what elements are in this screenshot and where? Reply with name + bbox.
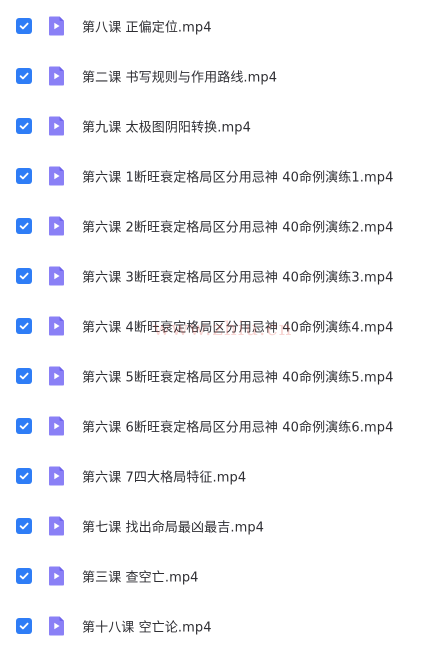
check-icon — [19, 172, 29, 180]
checkbox[interactable] — [16, 468, 32, 484]
file-name[interactable]: 第九课 太极图阴阳转换.mp4 — [82, 117, 251, 136]
file-name[interactable]: 第八课 正偏定位.mp4 — [82, 17, 212, 36]
file-name[interactable]: 第六课 4断旺衰定格局区分用忌神 40命例演练4.mp4 — [82, 317, 393, 336]
check-icon — [19, 322, 29, 330]
file-row[interactable]: 第六课 2断旺衰定格局区分用忌神 40命例演练2.mp4 — [0, 201, 434, 251]
checkbox[interactable] — [16, 168, 32, 184]
file-row[interactable]: 第三课 查空亡.mp4 — [0, 551, 434, 601]
file-row[interactable]: 第七课 找出命局最凶最吉.mp4 — [0, 501, 434, 551]
check-icon — [19, 272, 29, 280]
file-list: 第八课 正偏定位.mp4 第二课 书写规则与作用路线.mp4 第九课 太极图阴阳… — [0, 0, 434, 653]
video-file-icon — [45, 15, 67, 37]
file-row[interactable]: 第六课 5断旺衰定格局区分用忌神 40命例演练5.mp4 — [0, 351, 434, 401]
checkbox[interactable] — [16, 368, 32, 384]
check-icon — [19, 372, 29, 380]
checkbox[interactable] — [16, 418, 32, 434]
file-row[interactable]: 第六课 7四大格局特征.mp4 — [0, 451, 434, 501]
checkbox[interactable] — [16, 118, 32, 134]
check-icon — [19, 22, 29, 30]
checkbox[interactable] — [16, 518, 32, 534]
checkbox[interactable] — [16, 18, 32, 34]
file-row[interactable]: 第六课 3断旺衰定格局区分用忌神 40命例演练3.mp4 — [0, 251, 434, 301]
check-icon — [19, 72, 29, 80]
checkbox[interactable] — [16, 618, 32, 634]
video-file-icon — [45, 215, 67, 237]
video-file-icon — [45, 115, 67, 137]
file-name[interactable]: 第二课 书写规则与作用路线.mp4 — [82, 67, 277, 86]
file-name[interactable]: 第六课 3断旺衰定格局区分用忌神 40命例演练3.mp4 — [82, 267, 393, 286]
check-icon — [19, 522, 29, 530]
check-icon — [19, 222, 29, 230]
file-name[interactable]: 第六课 6断旺衰定格局区分用忌神 40命例演练6.mp4 — [82, 417, 393, 436]
file-name[interactable]: 第六课 1断旺衰定格局区分用忌神 40命例演练1.mp4 — [82, 167, 393, 186]
file-name[interactable]: 第十八课 空亡论.mp4 — [82, 617, 212, 636]
file-row[interactable]: 第九课 太极图阴阳转换.mp4 — [0, 101, 434, 151]
video-file-icon — [45, 565, 67, 587]
checkbox[interactable] — [16, 68, 32, 84]
file-row[interactable]: 第六课 4断旺衰定格局区分用忌神 40命例演练4.mp4 — [0, 301, 434, 351]
check-icon — [19, 572, 29, 580]
file-row[interactable]: 第十八课 空亡论.mp4 — [0, 601, 434, 651]
video-file-icon — [45, 365, 67, 387]
video-file-icon — [45, 615, 67, 637]
video-file-icon — [45, 465, 67, 487]
check-icon — [19, 422, 29, 430]
check-icon — [19, 622, 29, 630]
file-row[interactable]: 第六课 6断旺衰定格局区分用忌神 40命例演练6.mp4 — [0, 401, 434, 451]
video-file-icon — [45, 65, 67, 87]
check-icon — [19, 472, 29, 480]
file-row[interactable]: 第八课 正偏定位.mp4 — [0, 1, 434, 51]
video-file-icon — [45, 515, 67, 537]
video-file-icon — [45, 265, 67, 287]
file-name[interactable]: 第六课 5断旺衰定格局区分用忌神 40命例演练5.mp4 — [82, 367, 393, 386]
file-name[interactable]: 第三课 查空亡.mp4 — [82, 567, 199, 586]
checkbox[interactable] — [16, 268, 32, 284]
file-name[interactable]: 第六课 7四大格局特征.mp4 — [82, 467, 246, 486]
file-row[interactable]: 第六课 1断旺衰定格局区分用忌神 40命例演练1.mp4 — [0, 151, 434, 201]
video-file-icon — [45, 415, 67, 437]
check-icon — [19, 122, 29, 130]
file-row[interactable]: 第二课 书写规则与作用路线.mp4 — [0, 51, 434, 101]
file-name[interactable]: 第六课 2断旺衰定格局区分用忌神 40命例演练2.mp4 — [82, 217, 393, 236]
file-name[interactable]: 第七课 找出命局最凶最吉.mp4 — [82, 517, 264, 536]
checkbox[interactable] — [16, 218, 32, 234]
video-file-icon — [45, 315, 67, 337]
video-file-icon — [45, 165, 67, 187]
checkbox[interactable] — [16, 568, 32, 584]
checkbox[interactable] — [16, 318, 32, 334]
